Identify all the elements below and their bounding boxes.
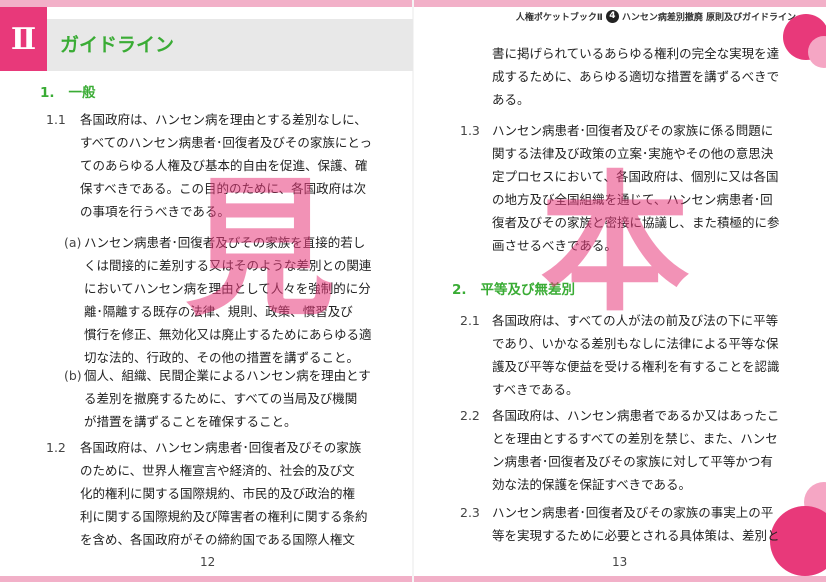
paragraph-number: 2.1 <box>460 313 480 328</box>
text-line: 画させるべきである。 <box>492 238 617 253</box>
text-line: 保すべきである。この目的のために、各国政府は次 <box>80 181 367 196</box>
text-line: 定プロセスにおいて、各国政府は、個別に又は各国 <box>492 169 779 184</box>
item-label: (b) <box>64 368 82 383</box>
text-line: の地方及び全国組織を通じて、ハンセン病患者･回 <box>492 192 773 207</box>
text-line: 等を実現するために必要とされる具体策は、差別と <box>492 528 780 543</box>
text-line: ン病患者･回復者及びその家族に対して平等かつ有 <box>492 454 773 469</box>
text-line: 護及び平等な便益を受ける権利を有することを認識 <box>492 359 780 374</box>
item-label: (a) <box>64 235 82 250</box>
text-line: ハンセン病患者･回復者及びその家族に係る問題に <box>492 123 774 138</box>
text-line: であり、いかなる差別もなしに法律による平等な保 <box>492 336 779 351</box>
text-line: においてハンセン病を理由として人々を強制的に分 <box>84 281 371 296</box>
paragraph-number: 2.3 <box>460 505 480 520</box>
page-number-right: 13 <box>612 555 628 569</box>
paragraph-number: 1.1 <box>46 112 66 127</box>
paragraph-number: 2.2 <box>460 408 480 423</box>
text-line: 各国政府は、すべての人が法の前及び法の下に平等 <box>492 313 779 328</box>
text-line: 成するために、あらゆる適切な措置を講ずるべきで <box>492 69 780 84</box>
text-line: 利に関する国際規約及び障害者の権利に関する条約 <box>80 509 368 524</box>
text-line: ある。 <box>492 92 530 107</box>
running-header: 人権ポケットブックⅡ 4 ハンセン病差別撤廃 原則及びガイドライン <box>416 9 796 23</box>
section-heading-1: 1. 一般 <box>40 85 96 101</box>
text-line: ハンセン病患者･回復者及びその家族の事実上の平 <box>492 505 774 520</box>
text-line: すべきである。 <box>492 382 579 397</box>
chapter-number-circle: 4 <box>605 9 619 23</box>
text-line: 復者及びその家族と密接に協議し、また積極的に参 <box>492 215 780 230</box>
text-line: 離･隔離する既存の法律、規則、政策、慣習及び <box>84 304 353 319</box>
text-line: 書に掲げられているあらゆる権利の完全な実現を達 <box>492 46 780 61</box>
text-line: 関する法律及び政策の立案･実施やその他の意思決 <box>492 146 774 161</box>
paragraph-number: 1.3 <box>460 123 480 138</box>
page-number-left: 12 <box>200 555 216 569</box>
text-line: のために、世界人権宣言や経済的、社会的及び文 <box>80 463 355 478</box>
text-line: ハンセン病患者･回復者及びその家族を直接的若し <box>84 235 366 250</box>
decorative-circle <box>808 36 826 68</box>
text-line: の事項を行うべきである。 <box>80 204 230 219</box>
paragraph-number: 1.2 <box>46 440 66 455</box>
running-subtitle: ハンセン病差別撤廃 原則及びガイドライン <box>621 12 796 23</box>
chapter-badge: Ⅱ <box>0 7 47 71</box>
text-line: る差別を撤廃するために、すべての当局及び機関 <box>84 391 358 406</box>
text-line: 慣行を修正、無効化又は廃止するためにあらゆる適 <box>84 327 372 342</box>
text-line: 各国政府は、ハンセン病患者･回復者及びその家族 <box>80 440 362 455</box>
text-line: が措置を講ずることを確保すること。 <box>84 414 297 429</box>
text-line: とを理由とするすべての差別を禁じ、また、ハンセ <box>492 431 778 446</box>
text-line: すべてのハンセン病患者･回復者及びその家族にとっ <box>80 135 373 150</box>
text-line: 各国政府は、ハンセン病患者であるか又はあったこ <box>492 408 780 423</box>
text-line: を含め、各国政府がその締約国である国際人権文 <box>80 532 355 547</box>
running-title: 人権ポケットブックⅡ <box>515 12 603 23</box>
page-gutter <box>412 0 414 582</box>
text-line: 個人、組織、民間企業によるハンセン病を理由とす <box>84 368 371 383</box>
text-line: てのあらゆる人権及び基本的自由を促進、保護、確 <box>80 158 368 173</box>
chapter-title: ガイドライン <box>60 34 175 56</box>
text-line: 効な法的保護を保証すべきである。 <box>492 477 692 492</box>
section-heading-2: 2. 平等及び無差別 <box>452 282 576 298</box>
text-line: 化的権利に関する国際規約、市民的及び政治的権 <box>80 486 356 501</box>
text-line: くは間接的に差別する又はそのような差別との関連 <box>84 258 372 273</box>
text-line: 各国政府は、ハンセン病を理由とする差別なしに、 <box>80 112 367 127</box>
